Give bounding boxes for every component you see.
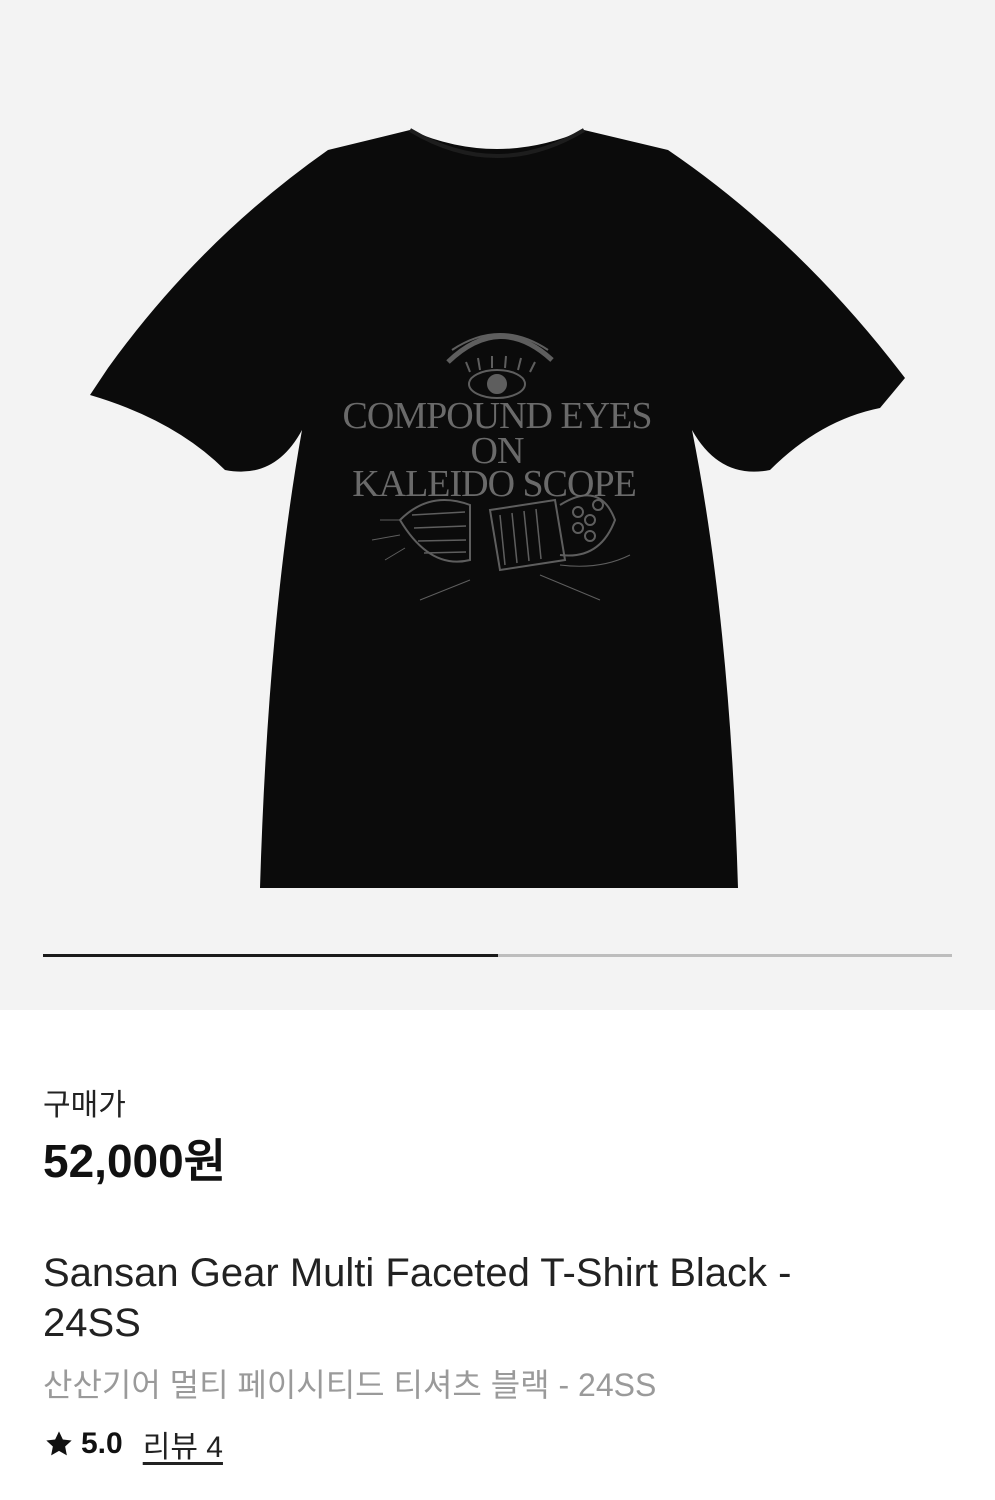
rating-value: 5.0: [81, 1427, 123, 1460]
product-title: Sansan Gear Multi Faceted T-Shirt Black …: [43, 1251, 792, 1345]
gallery-progress-bar: [43, 954, 952, 957]
product-image-gallery[interactable]: COMPOUND EYES ON KALEIDO SCOPE: [0, 0, 995, 1010]
review-count-link[interactable]: 리뷰 4: [143, 1422, 223, 1466]
product-image[interactable]: COMPOUND EYES ON KALEIDO SCOPE: [0, 0, 995, 1010]
price-value: 52,000원: [43, 1135, 227, 1187]
star-icon: [46, 1431, 72, 1456]
product-subtitle: 산산기어 멀티 페이시티드 티셔츠 블랙 - 24SS: [43, 1367, 657, 1403]
print-text-line-3: KALEIDO SCOPE: [352, 463, 636, 505]
price-label: 구매가: [43, 1089, 126, 1122]
rating-row: 5.0 리뷰 4: [43, 1422, 223, 1466]
gallery-progress-fill: [43, 954, 498, 957]
